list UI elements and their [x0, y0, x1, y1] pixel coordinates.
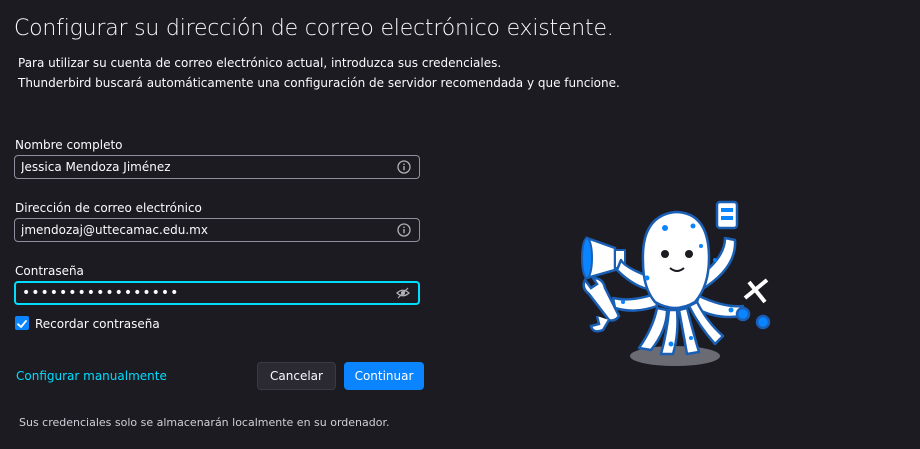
continue-button[interactable]: Continuar [344, 362, 424, 390]
eye-icon[interactable] [396, 286, 410, 300]
email-label: Dirección de correo electrónico [15, 201, 202, 215]
description-line-2: Thunderbird buscará automáticamente una … [18, 76, 620, 90]
page-title: Configurar su dirección de correo electr… [14, 16, 614, 41]
hammer-icon [715, 200, 739, 230]
password-label: Contraseña [15, 264, 84, 278]
remember-password-label[interactable]: Recordar contraseña [35, 317, 160, 331]
email-field-container [14, 218, 420, 242]
password-input[interactable] [22, 283, 392, 303]
description-line-1: Para utilizar su cuenta de correo electr… [18, 56, 502, 70]
full-name-field-container [14, 155, 420, 179]
full-name-input[interactable] [21, 156, 391, 178]
checkmark-icon [17, 320, 27, 328]
scissors-icon [735, 278, 771, 330]
password-field-container [14, 281, 420, 305]
cancel-button[interactable]: Cancelar [257, 362, 336, 390]
info-icon[interactable] [397, 160, 411, 174]
octopus-mascot-illustration [581, 200, 771, 366]
email-input[interactable] [21, 219, 391, 241]
full-name-label: Nombre completo [15, 138, 123, 152]
configure-manually-link[interactable]: Configurar manualmente [16, 369, 167, 383]
credentials-note: Sus credenciales solo se almacenarán loc… [19, 416, 390, 429]
remember-password-checkbox[interactable] [15, 316, 29, 330]
info-icon[interactable] [397, 223, 411, 237]
